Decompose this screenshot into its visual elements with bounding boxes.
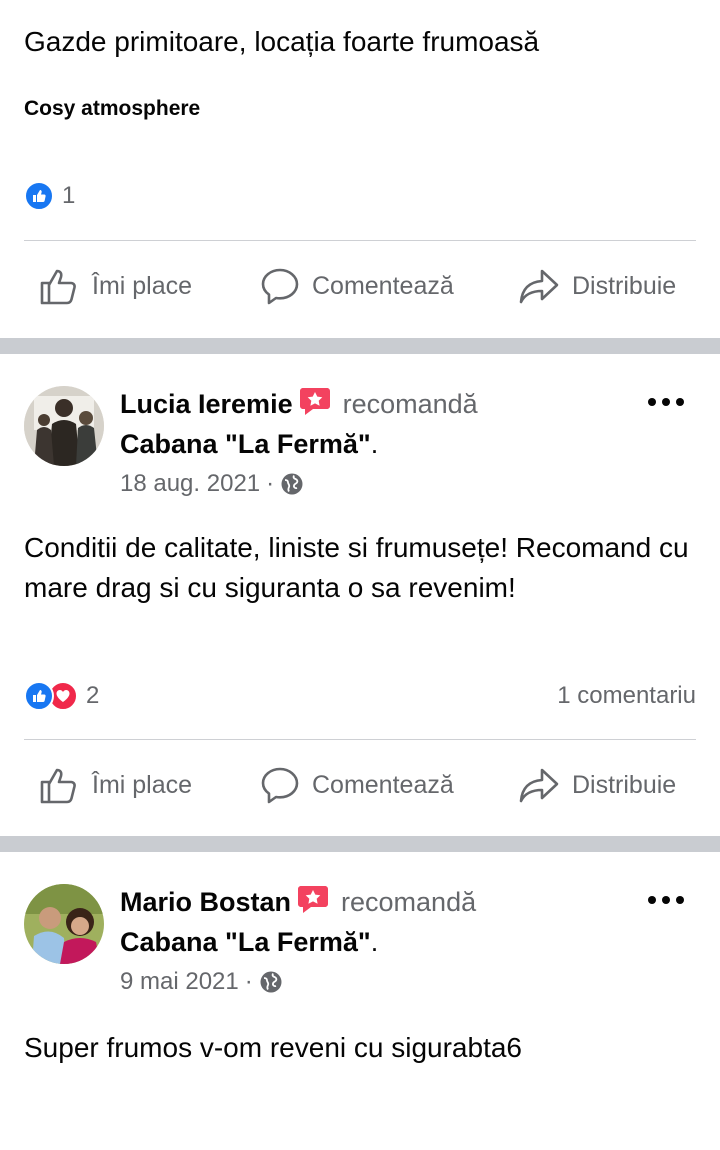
more-options-button[interactable] <box>648 890 684 910</box>
like-reaction-icon <box>24 181 54 211</box>
reactions-summary[interactable]: 2 1 comentariu <box>24 680 696 712</box>
share-button[interactable]: Distribuie <box>518 755 676 815</box>
post-2: Lucia Ieremie recomandă Cabana "La Fermă"… <box>0 354 720 836</box>
page-suffix: . <box>370 429 379 459</box>
reaction-icons[interactable]: 2 <box>24 680 99 712</box>
more-options-button[interactable] <box>648 392 684 412</box>
page-name[interactable]: Cabana "La Fermă" <box>120 927 371 957</box>
share-label: Distribuie <box>572 271 677 300</box>
like-reaction-icon <box>24 681 54 711</box>
post-text: Conditii de calitate, liniste si frumuse… <box>24 532 689 603</box>
recommendation-tag: Cosy atmosphere <box>24 97 201 120</box>
globe-icon <box>260 971 282 993</box>
comment-button[interactable]: Comentează <box>260 755 454 815</box>
post-date[interactable]: 9 mai 2021 <box>120 968 239 996</box>
comment-icon <box>261 268 299 305</box>
page-name[interactable]: Cabana "La Fermă" <box>120 429 371 459</box>
recommend-icon <box>297 884 329 923</box>
recommend-verb: recomandă <box>341 887 477 917</box>
post-header: Mario Bostan recomandă <box>120 884 476 923</box>
page-line: Cabana "La Fermă". <box>120 924 378 960</box>
thumbs-up-icon <box>40 768 76 804</box>
reaction-count: 2 <box>86 682 100 709</box>
separator-dot: · <box>244 968 253 995</box>
comment-button[interactable]: Comentează <box>260 256 454 316</box>
post-date[interactable]: 18 aug. 2021 <box>120 470 260 498</box>
share-button[interactable]: Distribuie <box>518 256 676 316</box>
thumbs-up-icon <box>40 269 76 305</box>
post-text: Gazde primitoare, locația foarte frumoas… <box>24 26 540 57</box>
divider <box>24 240 696 241</box>
post-separator <box>0 836 720 852</box>
like-button[interactable]: Îmi place <box>38 755 192 815</box>
reaction-icons[interactable]: 1 <box>24 180 75 212</box>
avatar[interactable] <box>24 884 104 964</box>
recommend-verb: recomandă <box>342 389 478 419</box>
share-icon <box>519 269 559 304</box>
post-1: Gazde primitoare, locația foarte frumoas… <box>0 0 720 338</box>
post-actions: Îmi place Comentează Distribuie <box>0 256 720 316</box>
post-separator <box>0 338 720 354</box>
post-header: Lucia Ieremie recomandă <box>120 386 478 425</box>
author-name[interactable]: Mario Bostan <box>120 887 291 917</box>
post-meta: 9 mai 2021 · <box>120 968 283 996</box>
post-actions: Îmi place Comentează Distribuie <box>0 755 720 815</box>
share-label: Distribuie <box>572 770 677 799</box>
avatar[interactable] <box>24 386 104 466</box>
comment-count-link[interactable]: 1 comentariu <box>557 680 696 712</box>
like-button[interactable]: Îmi place <box>38 256 192 316</box>
author-name[interactable]: Lucia Ieremie <box>120 389 293 419</box>
post-3: Mario Bostan recomandă Cabana "La Fermă".… <box>0 852 720 1150</box>
share-icon <box>519 768 559 803</box>
like-label: Îmi place <box>92 271 193 300</box>
reactions-summary[interactable]: 1 <box>24 180 696 212</box>
page-suffix: . <box>370 927 379 957</box>
divider <box>24 739 696 740</box>
reaction-count: 1 <box>62 182 76 209</box>
post-meta: 18 aug. 2021 · <box>120 470 304 498</box>
globe-icon <box>281 473 303 495</box>
recommend-icon <box>299 386 331 425</box>
page-line: Cabana "La Fermă". <box>120 426 378 462</box>
post-text: Super frumos v-om reveni cu sigurabta6 <box>24 1032 522 1063</box>
comment-label: Comentează <box>312 271 454 300</box>
like-label: Îmi place <box>92 770 193 799</box>
comment-icon <box>261 767 299 804</box>
separator-dot: · <box>266 470 275 497</box>
comment-label: Comentează <box>312 770 454 799</box>
